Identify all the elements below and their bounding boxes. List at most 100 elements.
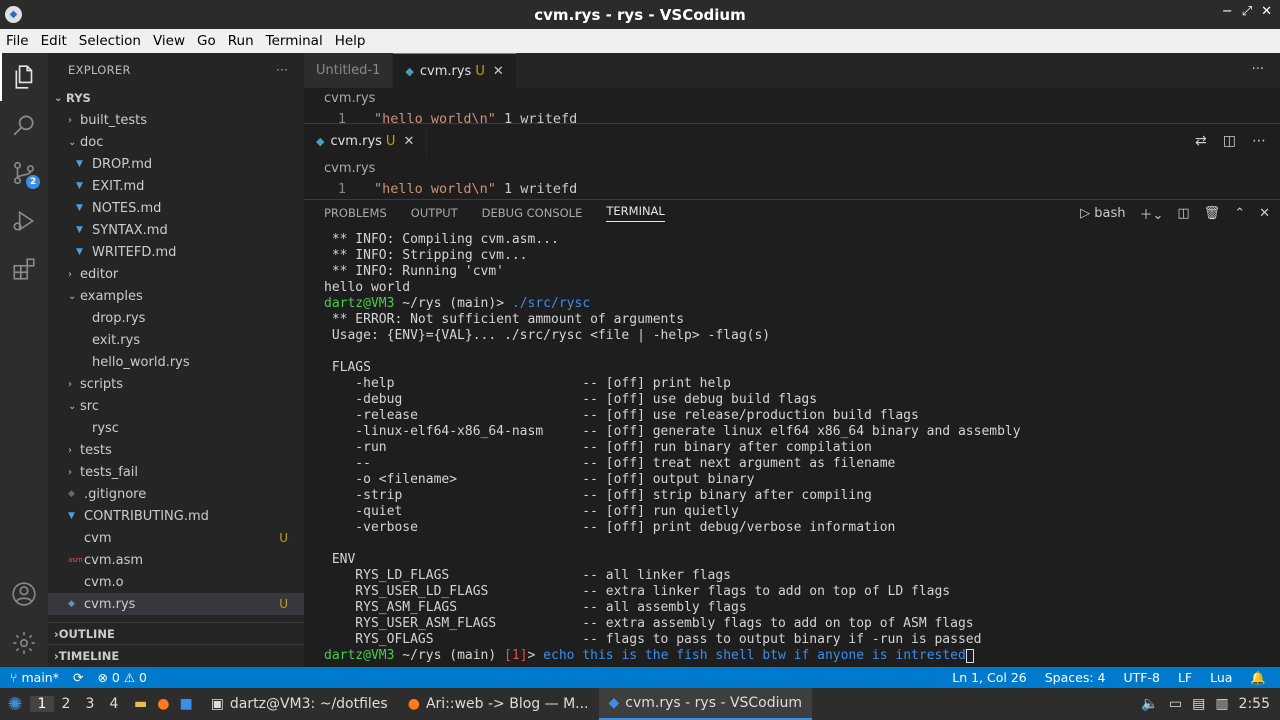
activity-bar: 2: [0, 53, 48, 667]
clipboard-icon[interactable]: ▭: [1169, 696, 1182, 712]
file-manager-icon[interactable]: ▬: [134, 696, 147, 712]
editor-more-icon[interactable]: ⋯: [1252, 133, 1266, 149]
close-panel-icon[interactable]: ✕: [1259, 206, 1270, 221]
explorer-more-button[interactable]: ···: [276, 63, 288, 77]
sync-icon[interactable]: ⟳: [73, 670, 83, 685]
terminal-output[interactable]: ** INFO: Compiling cvm.asm... ** INFO: S…: [324, 232, 1021, 664]
menu-run[interactable]: Run: [222, 33, 260, 49]
menu-view[interactable]: View: [147, 33, 191, 49]
tree-item-exit-rys[interactable]: exit.rys: [48, 329, 304, 351]
search-icon[interactable]: [0, 101, 48, 149]
network-icon[interactable]: ▤: [1192, 696, 1205, 712]
tree-item-label: editor: [80, 266, 119, 282]
notifications-bell-icon[interactable]: 🔔: [1250, 670, 1266, 686]
settings-gear-icon[interactable]: [0, 619, 48, 667]
run-debug-icon[interactable]: [0, 197, 48, 245]
tree-item-cvm-o[interactable]: cvm.o: [48, 571, 304, 593]
explorer-icon[interactable]: [0, 53, 48, 101]
menu-help[interactable]: Help: [329, 33, 372, 49]
status-bar: ⑂ main* ⟳ ⊗ 0 ⚠ 0 Ln 1, Col 26 Spaces: 4…: [0, 667, 1280, 688]
tree-item-drop-md[interactable]: ▼ DROP.md: [48, 153, 304, 175]
outline-section[interactable]: › OUTLINE: [48, 622, 304, 644]
workspace-3[interactable]: 3: [78, 696, 102, 712]
menu-edit[interactable]: Edit: [35, 33, 73, 49]
tree-item-exit-md[interactable]: ▼ EXIT.md: [48, 175, 304, 197]
taskbar-app-vscodium[interactable]: ◆ cvm.rys - rys - VSCodium: [598, 688, 813, 720]
tab-problems[interactable]: PROBLEMS: [324, 206, 387, 220]
end-of-line[interactable]: LF: [1178, 670, 1192, 685]
display-icon[interactable]: ▥: [1215, 696, 1228, 712]
language-mode[interactable]: Lua: [1210, 670, 1232, 685]
tree-item-label: WRITEFD.md: [92, 244, 177, 260]
tree-item-hello-world-rys[interactable]: hello_world.rys: [48, 351, 304, 373]
start-menu-icon[interactable]: ✺: [0, 694, 30, 715]
open-changes-icon[interactable]: ⇄: [1195, 133, 1207, 149]
kill-terminal-icon[interactable]: 🗑: [1204, 206, 1221, 221]
tree-item-scripts[interactable]: › scripts: [48, 373, 304, 395]
tree-item-syntax-md[interactable]: ▼ SYNTAX.md: [48, 219, 304, 241]
workspace-2[interactable]: 2: [54, 696, 78, 712]
clock[interactable]: 2:55: [1239, 696, 1270, 712]
timeline-section[interactable]: › TIMELINE: [48, 644, 304, 666]
code-line[interactable]: 1 "hello world\n" 1 writefd: [304, 181, 577, 197]
tree-root[interactable]: ⌄ RYS: [48, 87, 304, 109]
taskbar-app-firefox[interactable]: ● Ari::web -> Blog — M...: [398, 688, 599, 720]
menu-go[interactable]: Go: [191, 33, 222, 49]
tree-item-drop-rys[interactable]: drop.rys: [48, 307, 304, 329]
problems-indicator[interactable]: ⊗ 0 ⚠ 0: [97, 670, 147, 685]
maximize-button[interactable]: ⤢: [1242, 4, 1252, 19]
new-terminal-icon[interactable]: ＋⌄: [1139, 204, 1163, 223]
extensions-icon[interactable]: [0, 245, 48, 293]
tab-untitled[interactable]: Untitled-1: [304, 53, 394, 88]
tree-item-label: cvm: [84, 530, 112, 546]
prompt-exit-status: [1]: [496, 648, 528, 663]
tree-item-doc[interactable]: ⌄ doc: [48, 131, 304, 153]
account-icon[interactable]: [0, 570, 48, 618]
tab-close-icon[interactable]: ✕: [493, 64, 504, 79]
tree-item--gitignore[interactable]: ◆ .gitignore: [48, 483, 304, 505]
tree-item-src[interactable]: ⌄ src: [48, 395, 304, 417]
source-control-icon[interactable]: 2: [0, 149, 48, 197]
tree-item-cvm-asm[interactable]: asm cvm.asm: [48, 549, 304, 571]
workspace-4[interactable]: 4: [102, 696, 126, 712]
tree-item-label: CONTRIBUTING.md: [84, 508, 209, 524]
tree-item-editor[interactable]: › editor: [48, 263, 304, 285]
git-branch[interactable]: ⑂ main*: [10, 670, 59, 685]
editor-more-button[interactable]: ···: [1252, 62, 1264, 77]
split-editor-icon[interactable]: ◫: [1223, 133, 1236, 149]
minimize-button[interactable]: −: [1222, 4, 1233, 19]
menu-terminal[interactable]: Terminal: [260, 33, 329, 49]
tab-output[interactable]: OUTPUT: [411, 206, 458, 220]
tab-cvm-rys[interactable]: ◆ cvm.rys U ✕: [393, 53, 517, 88]
cursor-position[interactable]: Ln 1, Col 26: [952, 670, 1027, 685]
split-terminal-icon[interactable]: ◫: [1177, 206, 1189, 221]
breadcrumb[interactable]: cvm.rys: [324, 161, 375, 176]
tree-item-tests-fail[interactable]: › tests_fail: [48, 461, 304, 483]
tab-close-icon[interactable]: ✕: [403, 134, 414, 149]
tree-item-examples[interactable]: ⌄ examples: [48, 285, 304, 307]
tab-cvm-rys-split[interactable]: ◆ cvm.rys U ✕: [304, 124, 428, 159]
taskbar-app-terminal[interactable]: ▣ dartz@VM3: ~/dotfiles: [201, 688, 398, 720]
tree-item-rysc[interactable]: rysc: [48, 417, 304, 439]
menu-file[interactable]: File: [0, 33, 35, 49]
encoding[interactable]: UTF-8: [1123, 670, 1159, 685]
breadcrumb[interactable]: cvm.rys: [324, 91, 375, 106]
tree-item-tests[interactable]: › tests: [48, 439, 304, 461]
terminal-shell-selector[interactable]: ▷ bash: [1080, 206, 1125, 221]
tab-debug-console[interactable]: DEBUG CONSOLE: [482, 206, 583, 220]
tree-item-contributing-md[interactable]: ▼ CONTRIBUTING.md: [48, 505, 304, 527]
volume-icon[interactable]: 🔈: [1141, 696, 1158, 712]
tree-item-built-tests[interactable]: › built_tests: [48, 109, 304, 131]
tree-item-cvm[interactable]: cvm U: [48, 527, 304, 549]
firefox-icon[interactable]: ●: [157, 696, 169, 712]
tree-item-cvm-rys[interactable]: ◆ cvm.rys U: [48, 593, 304, 615]
maximize-panel-icon[interactable]: ⌃: [1234, 206, 1245, 221]
workspace-1[interactable]: 1: [30, 696, 54, 712]
show-desktop-icon[interactable]: ■: [179, 696, 192, 712]
tree-item-writefd-md[interactable]: ▼ WRITEFD.md: [48, 241, 304, 263]
close-window-button[interactable]: ✕: [1261, 4, 1272, 19]
indentation[interactable]: Spaces: 4: [1045, 670, 1106, 685]
tab-terminal[interactable]: TERMINAL: [606, 204, 665, 222]
menu-selection[interactable]: Selection: [73, 33, 147, 49]
tree-item-notes-md[interactable]: ▼ NOTES.md: [48, 197, 304, 219]
